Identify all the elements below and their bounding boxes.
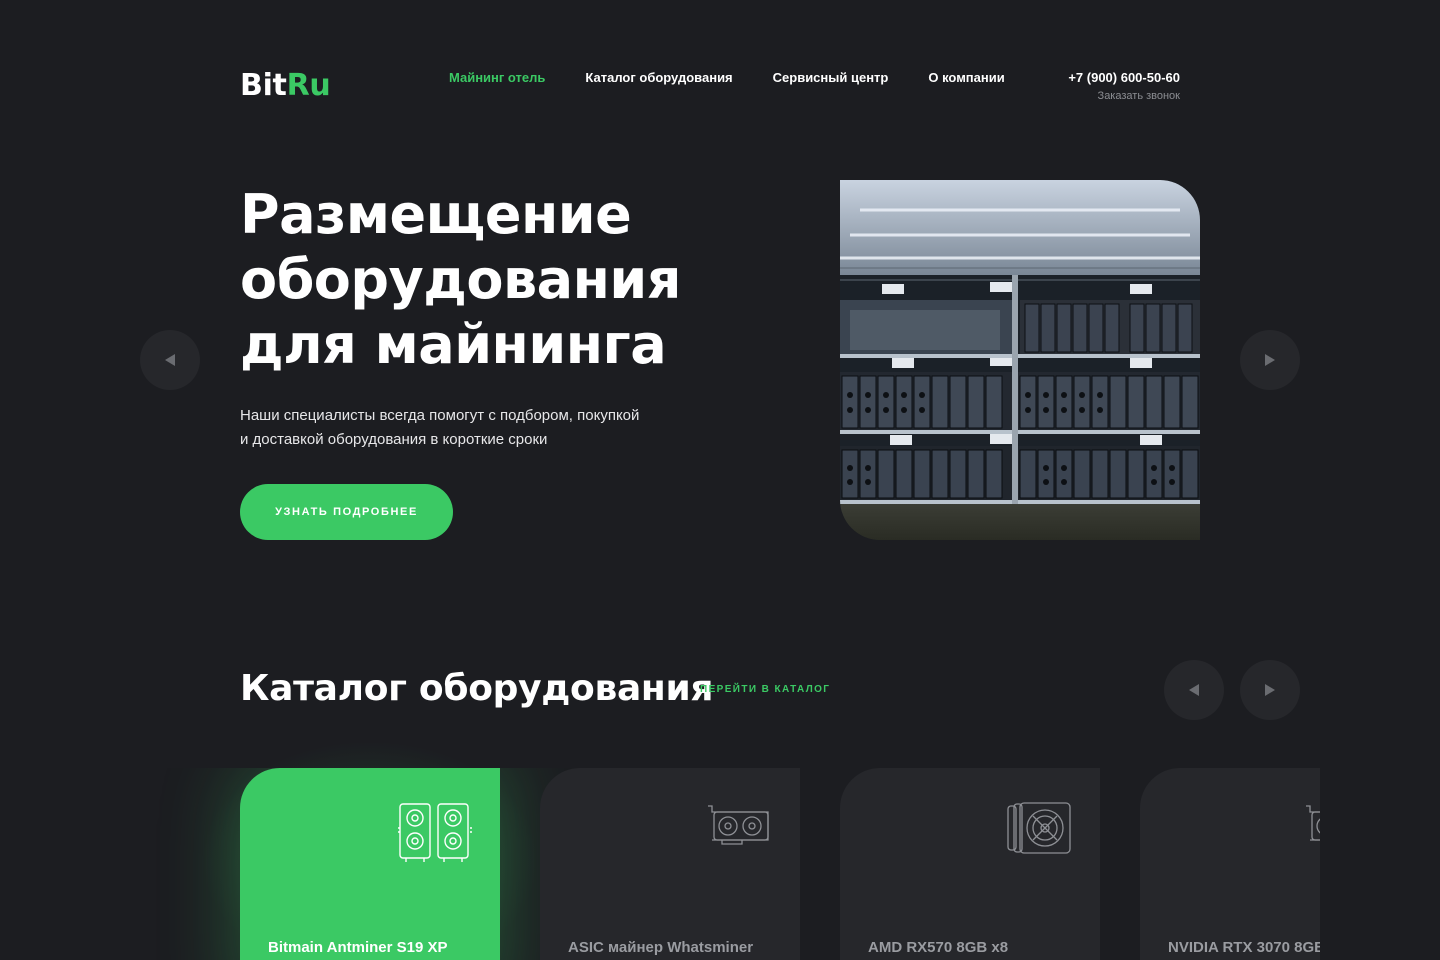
hero-prev-button[interactable] — [140, 330, 200, 390]
logo[interactable]: BitRu — [240, 68, 331, 103]
logo-accent: Ru — [286, 68, 331, 103]
catalog-next-button[interactable] — [1240, 660, 1300, 720]
main-nav: Майнинг отель Каталог оборудования Серви… — [449, 70, 1045, 85]
catalog-card[interactable]: NVIDIA RTX 3070 8GB — [1140, 768, 1320, 960]
catalog-card[interactable]: AMD RX570 8GB x8 — [840, 768, 1100, 960]
graphics-card-icon — [1306, 805, 1320, 841]
catalog-card[interactable]: ASIC майнер Whatsminer — [540, 768, 800, 960]
triangle-left-icon — [165, 354, 175, 366]
hero-title: Размещение оборудования для майнинга — [240, 182, 800, 377]
card-title: AMD RX570 8GB x8 — [868, 939, 1009, 956]
nav-item-about[interactable]: О компании — [928, 70, 1004, 85]
dual-gpu-icon — [398, 803, 472, 862]
catalog-cards: Bitmain Antminer S19 XP ASIC майнер What… — [0, 768, 1320, 960]
card-title: Bitmain Antminer S19 XP — [268, 939, 448, 956]
hero-title-line: для майнинга — [240, 313, 667, 376]
catalog-title: Каталог оборудования — [240, 668, 714, 709]
contact-block: +7 (900) 600-50-60 Заказать звонок — [1068, 70, 1180, 102]
nav-item-catalog[interactable]: Каталог оборудования — [585, 70, 732, 85]
mining-farm-photo — [840, 180, 1200, 540]
go-to-catalog-link[interactable]: ПЕРЕЙТИ В КАТАЛОГ — [700, 684, 830, 695]
learn-more-button[interactable]: УЗНАТЬ ПОДРОБНЕЕ — [240, 484, 453, 540]
hero-image — [840, 180, 1200, 540]
logo-main: Bit — [240, 68, 287, 103]
hero-title-line: Размещение — [240, 183, 632, 246]
hero-title-line: оборудования — [240, 248, 681, 311]
hero-next-button[interactable] — [1240, 330, 1300, 390]
nav-item-mining-hotel[interactable]: Майнинг отель — [449, 70, 545, 85]
card-title: NVIDIA RTX 3070 8GB — [1168, 939, 1320, 956]
hero-subtitle-line: и доставкой оборудования в короткие срок… — [240, 431, 548, 448]
triangle-left-icon — [1189, 684, 1199, 696]
hero-subtitle-line: Наши специалисты всегда помогут с подбор… — [240, 407, 640, 424]
nav-item-service-center[interactable]: Сервисный центр — [773, 70, 889, 85]
triangle-right-icon — [1265, 684, 1275, 696]
card-title: ASIC майнер Whatsminer — [568, 939, 754, 956]
triangle-right-icon — [1265, 354, 1275, 366]
catalog-prev-button[interactable] — [1164, 660, 1224, 720]
phone-link[interactable]: +7 (900) 600-50-60 — [1068, 70, 1180, 85]
hero-subtitle: Наши специалисты всегда помогут с подбор… — [240, 404, 700, 452]
power-supply-fan-icon — [1007, 802, 1071, 854]
graphics-card-icon — [708, 805, 769, 845]
catalog-card[interactable]: Bitmain Antminer S19 XP — [240, 768, 500, 960]
callback-link[interactable]: Заказать звонок — [1068, 90, 1180, 102]
